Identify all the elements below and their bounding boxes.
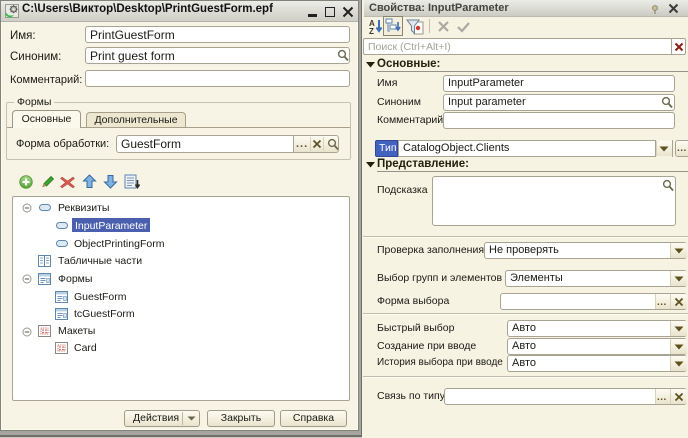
svg-text:Z: Z	[369, 27, 374, 35]
